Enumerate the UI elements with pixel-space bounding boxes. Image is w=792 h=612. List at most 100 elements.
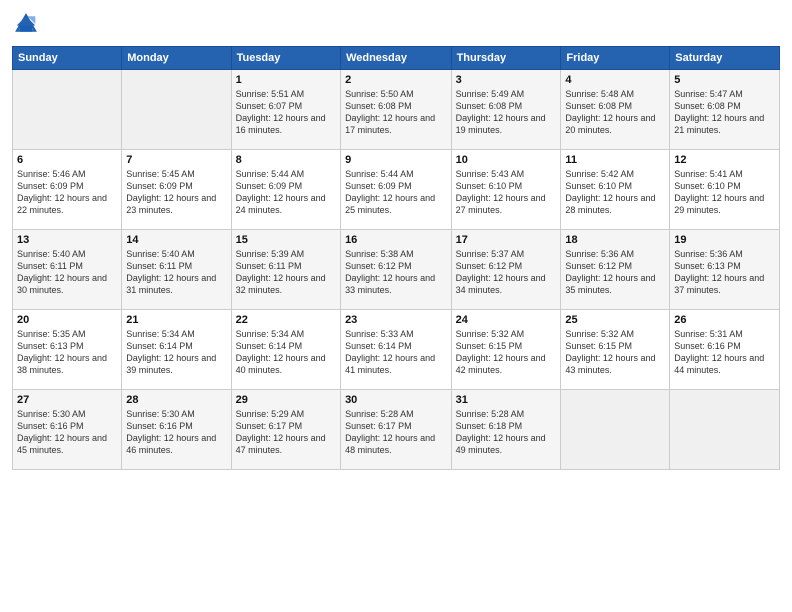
day-info: Sunrise: 5:37 AMSunset: 6:12 PMDaylight:… [456, 248, 557, 297]
day-number: 20 [17, 314, 117, 326]
day-number: 5 [674, 74, 775, 86]
day-cell [670, 390, 780, 470]
day-info: Sunrise: 5:51 AMSunset: 6:07 PMDaylight:… [236, 88, 336, 137]
day-info: Sunrise: 5:34 AMSunset: 6:14 PMDaylight:… [236, 328, 336, 377]
day-number: 13 [17, 234, 117, 246]
day-info: Sunrise: 5:34 AMSunset: 6:14 PMDaylight:… [126, 328, 226, 377]
day-cell: 27 Sunrise: 5:30 AMSunset: 6:16 PMDayligh… [13, 390, 122, 470]
day-cell: 25Sunrise: 5:32 AMSunset: 6:15 PMDayligh… [561, 310, 670, 390]
day-cell: 31 Sunrise: 5:28 AMSunset: 6:18 PMDayligh… [451, 390, 561, 470]
day-cell: 9Sunrise: 5:44 AMSunset: 6:09 PMDaylight… [341, 150, 452, 230]
day-cell: 1Sunrise: 5:51 AMSunset: 6:07 PMDaylight… [231, 70, 340, 150]
day-cell: 2Sunrise: 5:50 AMSunset: 6:08 PMDaylight… [341, 70, 452, 150]
day-number: 6 [17, 154, 117, 166]
weekday-header-friday: Friday [561, 47, 670, 70]
day-info: Sunrise: 5:40 AMSunset: 6:11 PMDaylight:… [126, 248, 226, 297]
day-cell: 7 Sunrise: 5:45 AMSunset: 6:09 PMDaylight… [122, 150, 231, 230]
day-number: 17 [456, 234, 557, 246]
header [12, 10, 780, 38]
day-info: Sunrise: 5:28 AMSunset: 6:18 PMDaylight:… [456, 408, 557, 457]
day-number: 22 [236, 314, 336, 326]
day-info: Sunrise: 5:31 AMSunset: 6:16 PMDaylight:… [674, 328, 775, 377]
day-cell: 15Sunrise: 5:39 AMSunset: 6:11 PMDayligh… [231, 230, 340, 310]
day-number: 8 [236, 154, 336, 166]
day-info: Sunrise: 5:40 AMSunset: 6:11 PMDaylight:… [17, 248, 117, 297]
day-cell: 6 Sunrise: 5:46 AMSunset: 6:09 PMDaylight… [13, 150, 122, 230]
day-cell [122, 70, 231, 150]
day-number: 9 [345, 154, 447, 166]
day-number: 19 [674, 234, 775, 246]
day-info: Sunrise: 5:28 AMSunset: 6:17 PMDaylight:… [345, 408, 447, 457]
day-cell: 23Sunrise: 5:33 AMSunset: 6:14 PMDayligh… [341, 310, 452, 390]
day-info: Sunrise: 5:32 AMSunset: 6:15 PMDaylight:… [565, 328, 665, 377]
day-number: 3 [456, 74, 557, 86]
weekday-header-wednesday: Wednesday [341, 47, 452, 70]
day-number: 29 [236, 394, 336, 406]
day-info: Sunrise: 5:45 AMSunset: 6:09 PMDaylight:… [126, 168, 226, 217]
day-info: Sunrise: 5:39 AMSunset: 6:11 PMDaylight:… [236, 248, 336, 297]
day-number: 11 [565, 154, 665, 166]
calendar-container: SundayMondayTuesdayWednesdayThursdayFrid… [0, 0, 792, 612]
day-cell: 26Sunrise: 5:31 AMSunset: 6:16 PMDayligh… [670, 310, 780, 390]
week-row-2: 6 Sunrise: 5:46 AMSunset: 6:09 PMDaylight… [13, 150, 780, 230]
week-row-4: 20 Sunrise: 5:35 AMSunset: 6:13 PMDayligh… [13, 310, 780, 390]
day-number: 18 [565, 234, 665, 246]
logo [12, 10, 44, 38]
day-number: 14 [126, 234, 226, 246]
day-cell: 24Sunrise: 5:32 AMSunset: 6:15 PMDayligh… [451, 310, 561, 390]
logo-icon [12, 10, 40, 38]
day-number: 2 [345, 74, 447, 86]
day-info: Sunrise: 5:46 AMSunset: 6:09 PMDaylight:… [17, 168, 117, 217]
week-row-3: 13 Sunrise: 5:40 AMSunset: 6:11 PMDayligh… [13, 230, 780, 310]
day-number: 30 [345, 394, 447, 406]
day-number: 7 [126, 154, 226, 166]
day-info: Sunrise: 5:42 AMSunset: 6:10 PMDaylight:… [565, 168, 665, 217]
weekday-header-row: SundayMondayTuesdayWednesdayThursdayFrid… [13, 47, 780, 70]
day-info: Sunrise: 5:36 AMSunset: 6:12 PMDaylight:… [565, 248, 665, 297]
day-cell: 28Sunrise: 5:30 AMSunset: 6:16 PMDayligh… [122, 390, 231, 470]
weekday-header-thursday: Thursday [451, 47, 561, 70]
day-info: Sunrise: 5:29 AMSunset: 6:17 PMDaylight:… [236, 408, 336, 457]
day-number: 27 [17, 394, 117, 406]
week-row-1: 1Sunrise: 5:51 AMSunset: 6:07 PMDaylight… [13, 70, 780, 150]
day-cell: 5 Sunrise: 5:47 AMSunset: 6:08 PMDaylight… [670, 70, 780, 150]
day-cell: 4 Sunrise: 5:48 AMSunset: 6:08 PMDaylight… [561, 70, 670, 150]
weekday-header-saturday: Saturday [670, 47, 780, 70]
calendar-table: SundayMondayTuesdayWednesdayThursdayFrid… [12, 46, 780, 470]
day-info: Sunrise: 5:48 AMSunset: 6:08 PMDaylight:… [565, 88, 665, 137]
day-cell: 8 Sunrise: 5:44 AMSunset: 6:09 PMDaylight… [231, 150, 340, 230]
weekday-header-monday: Monday [122, 47, 231, 70]
week-row-5: 27 Sunrise: 5:30 AMSunset: 6:16 PMDayligh… [13, 390, 780, 470]
day-number: 12 [674, 154, 775, 166]
day-cell: 14 Sunrise: 5:40 AMSunset: 6:11 PMDayligh… [122, 230, 231, 310]
day-cell [561, 390, 670, 470]
day-number: 4 [565, 74, 665, 86]
day-cell: 12Sunrise: 5:41 AMSunset: 6:10 PMDayligh… [670, 150, 780, 230]
day-cell: 10 Sunrise: 5:43 AMSunset: 6:10 PMDayligh… [451, 150, 561, 230]
day-info: Sunrise: 5:38 AMSunset: 6:12 PMDaylight:… [345, 248, 447, 297]
day-cell: 29 Sunrise: 5:29 AMSunset: 6:17 PMDayligh… [231, 390, 340, 470]
day-cell: 13 Sunrise: 5:40 AMSunset: 6:11 PMDayligh… [13, 230, 122, 310]
day-number: 16 [345, 234, 447, 246]
day-info: Sunrise: 5:30 AMSunset: 6:16 PMDaylight:… [126, 408, 226, 457]
day-cell: 11 Sunrise: 5:42 AMSunset: 6:10 PMDayligh… [561, 150, 670, 230]
day-cell: 3 Sunrise: 5:49 AMSunset: 6:08 PMDaylight… [451, 70, 561, 150]
day-info: Sunrise: 5:47 AMSunset: 6:08 PMDaylight:… [674, 88, 775, 137]
day-info: Sunrise: 5:44 AMSunset: 6:09 PMDaylight:… [236, 168, 336, 217]
day-cell: 17 Sunrise: 5:37 AMSunset: 6:12 PMDayligh… [451, 230, 561, 310]
day-info: Sunrise: 5:35 AMSunset: 6:13 PMDaylight:… [17, 328, 117, 377]
day-info: Sunrise: 5:30 AMSunset: 6:16 PMDaylight:… [17, 408, 117, 457]
day-info: Sunrise: 5:43 AMSunset: 6:10 PMDaylight:… [456, 168, 557, 217]
day-number: 21 [126, 314, 226, 326]
day-info: Sunrise: 5:36 AMSunset: 6:13 PMDaylight:… [674, 248, 775, 297]
day-number: 10 [456, 154, 557, 166]
day-number: 31 [456, 394, 557, 406]
day-info: Sunrise: 5:32 AMSunset: 6:15 PMDaylight:… [456, 328, 557, 377]
day-cell: 16 Sunrise: 5:38 AMSunset: 6:12 PMDayligh… [341, 230, 452, 310]
weekday-header-tuesday: Tuesday [231, 47, 340, 70]
day-cell [13, 70, 122, 150]
day-cell: 22 Sunrise: 5:34 AMSunset: 6:14 PMDayligh… [231, 310, 340, 390]
day-number: 23 [345, 314, 447, 326]
day-info: Sunrise: 5:49 AMSunset: 6:08 PMDaylight:… [456, 88, 557, 137]
day-cell: 19 Sunrise: 5:36 AMSunset: 6:13 PMDayligh… [670, 230, 780, 310]
